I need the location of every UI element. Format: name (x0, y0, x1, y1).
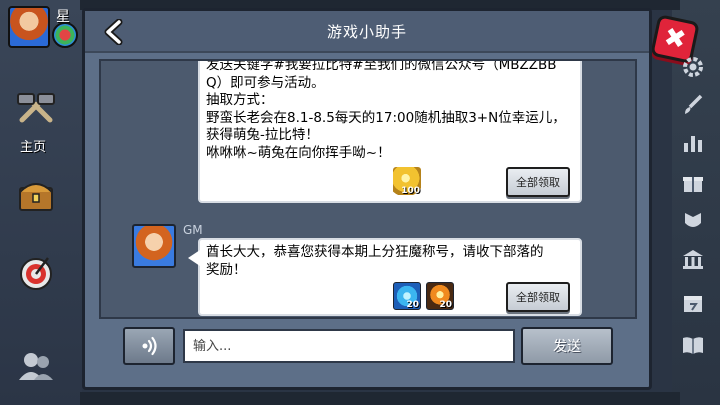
blue-potion-icon[interactable]: 20 (393, 282, 421, 310)
gift-icon[interactable] (680, 170, 706, 196)
target-button[interactable] (10, 246, 62, 298)
reward-count: 20 (439, 300, 452, 310)
book-icon[interactable] (680, 332, 706, 358)
calendar-icon[interactable] (680, 290, 706, 316)
chart-icon[interactable] (680, 130, 706, 156)
settings-gear-icon[interactable] (680, 54, 706, 80)
voice-toggle-button[interactable] (123, 327, 175, 365)
send-button[interactable]: 发送 (521, 327, 613, 365)
assistant-dialog: 游戏小助手 发送关键字#我要拉比特#至我们的微信公众号（MBZZBB Q）即可参… (82, 8, 652, 390)
chat-bubble: 酋长大大，恭喜您获得本期上分狂魔称号，请收下部落的 奖励！ 20 20 全部领取 (188, 238, 582, 316)
target-icon (20, 257, 52, 290)
home-button[interactable] (10, 84, 62, 136)
friends-icon (19, 353, 53, 380)
message-line: 获得萌兔-拉比特！ (206, 127, 319, 143)
clan-badge-icon[interactable] (52, 22, 78, 48)
dialog-header: 游戏小助手 (85, 11, 649, 53)
gold-coin-icon[interactable]: 100 (393, 167, 421, 196)
chat-message-list[interactable]: 发送关键字#我要拉比特#至我们的微信公众号（MBZZBB Q）即可参与活动。 抽… (99, 59, 637, 319)
sender-name: GM (183, 223, 203, 237)
gm-avatar[interactable] (132, 224, 176, 268)
close-icon: ✖ (661, 22, 689, 56)
claim-all-button[interactable]: 全部领取 (506, 282, 570, 312)
claim-all-button[interactable]: 全部领取 (506, 167, 570, 197)
message-line: 咻咻咻~萌兔在向你挥手呦~！ (206, 144, 391, 161)
reward-count: 100 (401, 186, 420, 196)
brush-icon[interactable] (680, 92, 706, 118)
bottom-strip (80, 392, 680, 405)
message-line: 抽取方式： (206, 92, 274, 108)
clan-icon[interactable] (680, 208, 706, 234)
reward-count: 20 (406, 300, 419, 310)
fire-potion-icon[interactable]: 20 (426, 282, 454, 310)
message-line: 野蛮长老会在8.1-8.5每天的17:00随机抽取3+N位幸运儿， (206, 109, 566, 126)
home-label: 主页 (20, 140, 47, 155)
bank-icon[interactable] (680, 246, 706, 272)
message-line: Q）即可参与活动。 (206, 74, 325, 91)
message-line: 奖励！ (206, 262, 247, 278)
chest-button[interactable] (10, 168, 62, 220)
chat-input[interactable] (183, 329, 515, 363)
friends-button[interactable] (10, 340, 62, 392)
message-line: 酋长大大，恭喜您获得本期上分狂魔称号，请收下部落的 (206, 244, 544, 260)
treasure-chest-icon (19, 183, 53, 211)
message-line: 发送关键字#我要拉比特#至我们的微信公众号（MBZZBB (206, 59, 557, 73)
player-avatar[interactable] (8, 6, 50, 48)
chat-bubble: 发送关键字#我要拉比特#至我们的微信公众号（MBZZBB Q）即可参与活动。 抽… (198, 59, 582, 203)
crossed-hammers-icon (17, 93, 55, 123)
dialog-title: 游戏小助手 (326, 23, 407, 41)
voice-icon (142, 336, 157, 356)
